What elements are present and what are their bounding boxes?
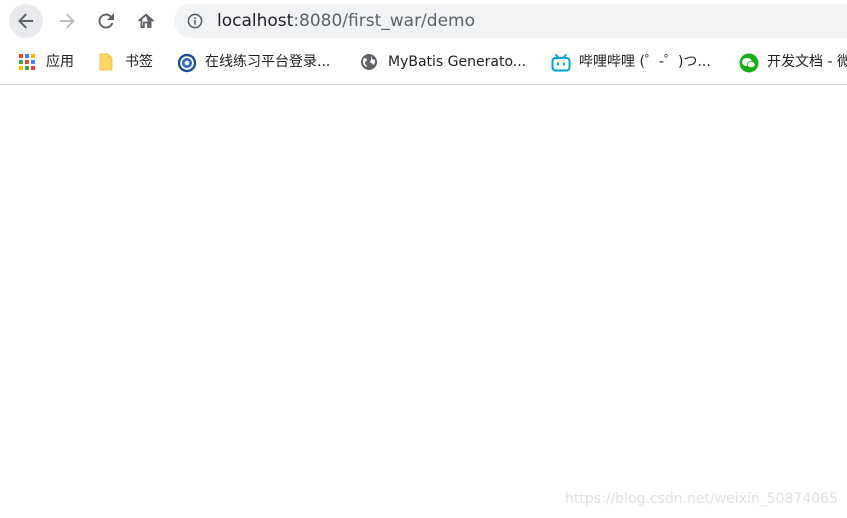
browser-chrome: localhost:8080/first_war/demo 应用 书签 在线练习…: [0, 0, 847, 85]
bilibili-tv-icon: [551, 53, 571, 72]
bookmark-mybatis[interactable]: MyBatis Generato...: [360, 43, 526, 81]
bookmarks-bar: 应用 书签 在线练习平台登录... MyBatis Generato... 哔哩…: [0, 43, 847, 81]
bookmark-label: MyBatis Generato...: [388, 54, 527, 70]
address-bar[interactable]: localhost:8080/first_war/demo: [174, 4, 847, 38]
page-content: https://blog.csdn.net/weixin_50874065: [0, 85, 847, 518]
home-icon: [138, 13, 154, 28]
url-host: localhost: [217, 11, 294, 31]
apps-grid-icon: [18, 53, 36, 71]
bookmark-wechat-docs[interactable]: 开发文档 - 微: [739, 43, 847, 81]
home-button[interactable]: [129, 4, 163, 38]
arrow-right-icon: [60, 13, 75, 29]
bookmark-label: 哔哩哔哩 (゜-゜)つ...: [579, 54, 711, 70]
bookmark-label: 开发文档 - 微: [767, 54, 847, 70]
browser-toolbar: localhost:8080/first_war/demo: [0, 0, 847, 42]
bookmark-bilibili[interactable]: 哔哩哔哩 (゜-゜)つ...: [551, 43, 711, 81]
forward-button[interactable]: [50, 4, 84, 38]
bookmark-apps[interactable]: 应用: [18, 43, 74, 81]
info-icon[interactable]: [187, 13, 203, 29]
watermark-text: https://blog.csdn.net/weixin_50874065: [564, 491, 838, 507]
reload-button[interactable]: [89, 4, 123, 38]
reload-icon: [98, 13, 114, 29]
university-seal-icon: [177, 53, 197, 73]
bookmark-folder[interactable]: 书签: [97, 43, 153, 81]
bookmark-label: 在线练习平台登录...: [205, 54, 331, 70]
arrow-left-icon: [18, 13, 33, 29]
url-path: :8080/first_war/demo: [293, 11, 475, 31]
globe-icon: [360, 53, 378, 71]
bookmark-label: 书签: [125, 54, 153, 70]
bookmark-label: 应用: [46, 54, 74, 70]
back-button[interactable]: [9, 4, 43, 38]
bookmark-practice-platform[interactable]: 在线练习平台登录...: [177, 43, 330, 81]
wechat-icon: [739, 53, 759, 73]
url-text[interactable]: localhost:8080/first_war/demo: [217, 11, 475, 31]
folder-icon: [97, 53, 115, 71]
